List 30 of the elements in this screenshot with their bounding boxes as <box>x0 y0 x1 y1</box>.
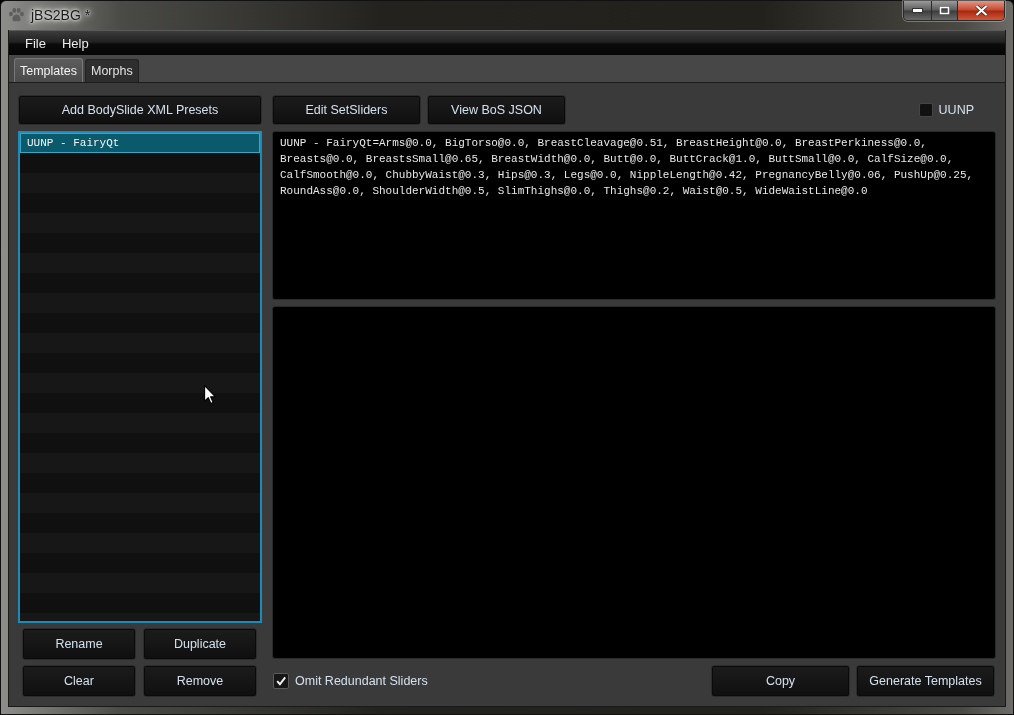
tab[interactable]: Templates <box>14 58 83 82</box>
duplicate-button[interactable]: Duplicate <box>143 628 257 660</box>
close-icon <box>974 5 988 16</box>
uunp-label: UUNP <box>938 103 974 117</box>
tab[interactable]: Morphs <box>85 59 139 82</box>
minimize-icon <box>912 8 923 13</box>
preset-list-item[interactable]: UUNP - FairyQt <box>20 133 260 153</box>
uunp-checkbox[interactable] <box>918 103 933 117</box>
preset-list[interactable]: UUNP - FairyQt <box>18 131 262 623</box>
minimize-button[interactable] <box>904 1 932 20</box>
window-title: jBS2BG * <box>31 7 91 23</box>
rename-button[interactable]: Rename <box>22 628 136 660</box>
mouse-pointer-icon <box>204 385 216 404</box>
checkmark-icon <box>276 676 286 686</box>
maximize-icon <box>939 6 950 15</box>
copy-button[interactable]: Copy <box>711 665 850 697</box>
template-text-area[interactable]: UUNP - FairyQt=Arms@0.0, BigTorso@0.0, BreastCleavage@0.51, BreastHeight@0.0, BreastPerkiness@0.0, Breasts@0.0, BreastsSmall@0.65, BreastWidth@0.0, Butt@0.0, ButtCrack@1.0, ButtSmall@0.0, CalfSize@0.0, CalfSmooth@0.0, ChubbyWaist@0.3, Hips@0.3, Legs@0.0, NippleLength@0.42, PregnancyBelly@0.06, PushUp@0.25, RoundAss@0.0, ShoulderWidth@0.5, SlimThighs@0.0, Thighs@0.2, Waist@0.5, WideWaistLine@0.0 <box>272 131 996 300</box>
omit-sliders-label: Omit Redundant Sliders <box>295 674 428 688</box>
view-json-button[interactable]: View BoS JSON <box>427 95 566 125</box>
menu-item[interactable]: File <box>17 33 54 53</box>
generate-templates-button[interactable]: Generate Templates <box>856 665 995 697</box>
close-button[interactable] <box>958 1 1004 20</box>
add-presets-button[interactable]: Add BodySlide XML Presets <box>18 95 262 125</box>
maximize-button[interactable] <box>932 1 958 20</box>
menu-item[interactable]: Help <box>53 33 97 53</box>
edit-setsliders-button[interactable]: Edit SetSliders <box>272 95 421 125</box>
paw-icon <box>9 8 24 22</box>
clear-button[interactable]: Clear <box>22 665 136 697</box>
remove-button[interactable]: Remove <box>143 665 257 697</box>
omit-sliders-checkbox[interactable] <box>273 673 289 689</box>
